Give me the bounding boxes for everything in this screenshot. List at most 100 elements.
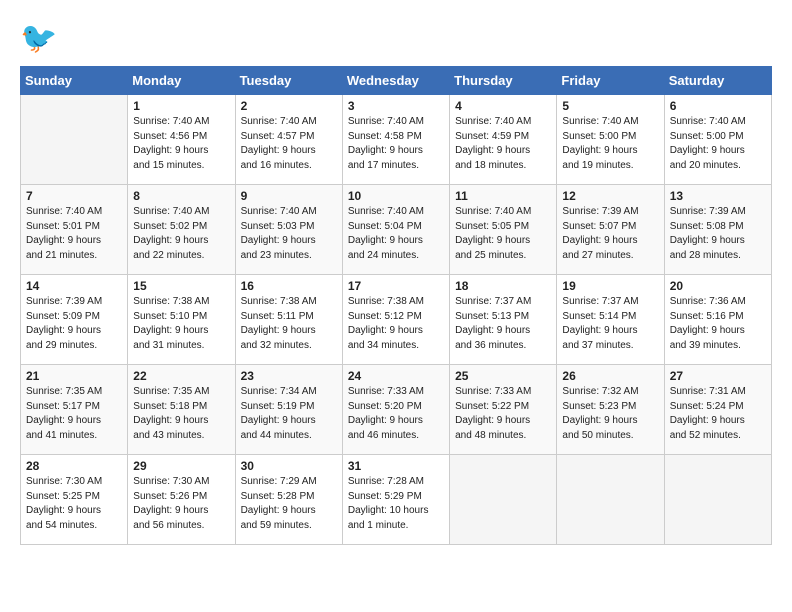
column-header-tuesday: Tuesday: [235, 67, 342, 95]
day-number: 4: [455, 99, 551, 113]
day-number: 16: [241, 279, 337, 293]
day-info: Sunrise: 7:40 AM Sunset: 5:00 PM Dayligh…: [670, 115, 766, 173]
week-row-3: 14 Sunrise: 7:39 AM Sunset: 5:09 PM Dayli…: [21, 275, 772, 365]
calendar-cell: 26 Sunrise: 7:32 AM Sunset: 5:23 PM Dayli…: [557, 365, 664, 455]
day-info: Sunrise: 7:40 AM Sunset: 5:00 PM Dayligh…: [562, 115, 658, 173]
day-number: 10: [348, 189, 444, 203]
day-number: 31: [348, 459, 444, 473]
calendar-cell: 31 Sunrise: 7:28 AM Sunset: 5:29 PM Dayli…: [342, 455, 449, 545]
day-number: 20: [670, 279, 766, 293]
calendar-cell: 19 Sunrise: 7:37 AM Sunset: 5:14 PM Dayli…: [557, 275, 664, 365]
day-number: 17: [348, 279, 444, 293]
day-info: Sunrise: 7:40 AM Sunset: 4:58 PM Dayligh…: [348, 115, 444, 173]
calendar-cell: 6Sunrise: 7:40 AM Sunset: 5:00 PM Daylig…: [664, 95, 771, 185]
day-number: 14: [26, 279, 122, 293]
day-number: 11: [455, 189, 551, 203]
week-row-4: 21 Sunrise: 7:35 AM Sunset: 5:17 PM Dayli…: [21, 365, 772, 455]
day-info: Sunrise: 7:38 AM Sunset: 5:11 PM Dayligh…: [241, 295, 337, 353]
calendar-cell: 27Sunrise: 7:31 AM Sunset: 5:24 PM Dayli…: [664, 365, 771, 455]
day-number: 26: [562, 369, 658, 383]
day-number: 28: [26, 459, 122, 473]
day-number: 24: [348, 369, 444, 383]
day-info: Sunrise: 7:40 AM Sunset: 4:56 PM Dayligh…: [133, 115, 229, 173]
calendar-cell: 25 Sunrise: 7:33 AM Sunset: 5:22 PM Dayli…: [450, 365, 557, 455]
column-header-thursday: Thursday: [450, 67, 557, 95]
day-number: 7: [26, 189, 122, 203]
calendar-cell: 4 Sunrise: 7:40 AM Sunset: 4:59 PM Daylig…: [450, 95, 557, 185]
day-info: Sunrise: 7:37 AM Sunset: 5:14 PM Dayligh…: [562, 295, 658, 353]
day-info: Sunrise: 7:40 AM Sunset: 5:01 PM Dayligh…: [26, 205, 122, 263]
week-row-5: 28 Sunrise: 7:30 AM Sunset: 5:25 PM Dayli…: [21, 455, 772, 545]
day-number: 3: [348, 99, 444, 113]
day-number: 27: [670, 369, 766, 383]
day-info: Sunrise: 7:30 AM Sunset: 5:25 PM Dayligh…: [26, 475, 122, 533]
calendar-cell: 16 Sunrise: 7:38 AM Sunset: 5:11 PM Dayli…: [235, 275, 342, 365]
calendar-cell: 28 Sunrise: 7:30 AM Sunset: 5:25 PM Dayli…: [21, 455, 128, 545]
calendar-cell: 24Sunrise: 7:33 AM Sunset: 5:20 PM Dayli…: [342, 365, 449, 455]
column-header-monday: Monday: [128, 67, 235, 95]
column-header-wednesday: Wednesday: [342, 67, 449, 95]
day-info: Sunrise: 7:30 AM Sunset: 5:26 PM Dayligh…: [133, 475, 229, 533]
day-number: 5: [562, 99, 658, 113]
column-header-sunday: Sunday: [21, 67, 128, 95]
day-info: Sunrise: 7:37 AM Sunset: 5:13 PM Dayligh…: [455, 295, 551, 353]
calendar-cell: 15Sunrise: 7:38 AM Sunset: 5:10 PM Dayli…: [128, 275, 235, 365]
day-number: 18: [455, 279, 551, 293]
calendar-cell: 13Sunrise: 7:39 AM Sunset: 5:08 PM Dayli…: [664, 185, 771, 275]
calendar-cell: [557, 455, 664, 545]
day-info: Sunrise: 7:29 AM Sunset: 5:28 PM Dayligh…: [241, 475, 337, 533]
calendar-cell: 1Sunrise: 7:40 AM Sunset: 4:56 PM Daylig…: [128, 95, 235, 185]
day-info: Sunrise: 7:38 AM Sunset: 5:12 PM Dayligh…: [348, 295, 444, 353]
day-info: Sunrise: 7:40 AM Sunset: 5:04 PM Dayligh…: [348, 205, 444, 263]
calendar-cell: 9 Sunrise: 7:40 AM Sunset: 5:03 PM Daylig…: [235, 185, 342, 275]
logo: 🐦: [20, 20, 60, 56]
day-info: Sunrise: 7:34 AM Sunset: 5:19 PM Dayligh…: [241, 385, 337, 443]
calendar-cell: 21 Sunrise: 7:35 AM Sunset: 5:17 PM Dayli…: [21, 365, 128, 455]
day-number: 29: [133, 459, 229, 473]
calendar-cell: 23 Sunrise: 7:34 AM Sunset: 5:19 PM Dayli…: [235, 365, 342, 455]
calendar-header-row: SundayMondayTuesdayWednesdayThursdayFrid…: [21, 67, 772, 95]
day-number: 12: [562, 189, 658, 203]
day-number: 25: [455, 369, 551, 383]
day-info: Sunrise: 7:33 AM Sunset: 5:22 PM Dayligh…: [455, 385, 551, 443]
calendar-cell: 3 Sunrise: 7:40 AM Sunset: 4:58 PM Daylig…: [342, 95, 449, 185]
day-number: 2: [241, 99, 337, 113]
calendar-cell: 8Sunrise: 7:40 AM Sunset: 5:02 PM Daylig…: [128, 185, 235, 275]
calendar-cell: [450, 455, 557, 545]
day-number: 8: [133, 189, 229, 203]
day-info: Sunrise: 7:40 AM Sunset: 4:57 PM Dayligh…: [241, 115, 337, 173]
day-info: Sunrise: 7:40 AM Sunset: 5:05 PM Dayligh…: [455, 205, 551, 263]
calendar-cell: 29 Sunrise: 7:30 AM Sunset: 5:26 PM Dayli…: [128, 455, 235, 545]
day-info: Sunrise: 7:32 AM Sunset: 5:23 PM Dayligh…: [562, 385, 658, 443]
calendar-cell: 18 Sunrise: 7:37 AM Sunset: 5:13 PM Dayli…: [450, 275, 557, 365]
day-info: Sunrise: 7:28 AM Sunset: 5:29 PM Dayligh…: [348, 475, 444, 533]
calendar-table: SundayMondayTuesdayWednesdayThursdayFrid…: [20, 66, 772, 545]
day-number: 30: [241, 459, 337, 473]
column-header-saturday: Saturday: [664, 67, 771, 95]
day-info: Sunrise: 7:36 AM Sunset: 5:16 PM Dayligh…: [670, 295, 766, 353]
day-number: 15: [133, 279, 229, 293]
logo-icon: 🐦: [20, 20, 56, 56]
week-row-1: 1Sunrise: 7:40 AM Sunset: 4:56 PM Daylig…: [21, 95, 772, 185]
calendar-cell: 2 Sunrise: 7:40 AM Sunset: 4:57 PM Daylig…: [235, 95, 342, 185]
day-number: 9: [241, 189, 337, 203]
week-row-2: 7 Sunrise: 7:40 AM Sunset: 5:01 PM Daylig…: [21, 185, 772, 275]
day-info: Sunrise: 7:40 AM Sunset: 4:59 PM Dayligh…: [455, 115, 551, 173]
calendar-cell: 17 Sunrise: 7:38 AM Sunset: 5:12 PM Dayli…: [342, 275, 449, 365]
calendar-cell: 10 Sunrise: 7:40 AM Sunset: 5:04 PM Dayli…: [342, 185, 449, 275]
day-info: Sunrise: 7:39 AM Sunset: 5:07 PM Dayligh…: [562, 205, 658, 263]
day-number: 23: [241, 369, 337, 383]
day-info: Sunrise: 7:35 AM Sunset: 5:17 PM Dayligh…: [26, 385, 122, 443]
calendar-cell: 12 Sunrise: 7:39 AM Sunset: 5:07 PM Dayli…: [557, 185, 664, 275]
calendar-cell: 5 Sunrise: 7:40 AM Sunset: 5:00 PM Daylig…: [557, 95, 664, 185]
day-number: 19: [562, 279, 658, 293]
page-header: 🐦: [20, 20, 772, 56]
day-info: Sunrise: 7:39 AM Sunset: 5:09 PM Dayligh…: [26, 295, 122, 353]
calendar-cell: [21, 95, 128, 185]
calendar-cell: 14 Sunrise: 7:39 AM Sunset: 5:09 PM Dayli…: [21, 275, 128, 365]
day-info: Sunrise: 7:40 AM Sunset: 5:03 PM Dayligh…: [241, 205, 337, 263]
day-number: 22: [133, 369, 229, 383]
day-info: Sunrise: 7:39 AM Sunset: 5:08 PM Dayligh…: [670, 205, 766, 263]
day-number: 21: [26, 369, 122, 383]
calendar-cell: 20 Sunrise: 7:36 AM Sunset: 5:16 PM Dayli…: [664, 275, 771, 365]
